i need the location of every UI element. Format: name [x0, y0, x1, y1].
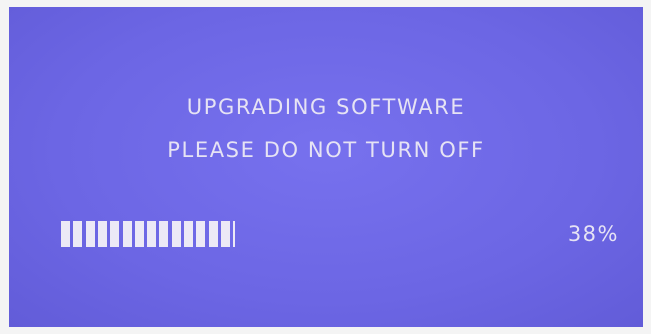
progress-segment	[171, 221, 181, 247]
progress-segment	[61, 221, 70, 247]
progress-percent: 38%	[567, 222, 619, 246]
warning-message: PLEASE DO NOT TURN OFF	[167, 138, 485, 162]
progress-segment	[110, 221, 120, 247]
progress-segment	[159, 221, 169, 247]
progress-segment	[97, 221, 107, 247]
progress-segment	[147, 221, 157, 247]
progress-segment	[220, 221, 230, 247]
progress-segment	[208, 221, 218, 247]
progress-segment	[184, 221, 193, 247]
progress-bar	[61, 221, 271, 247]
upgrade-title: UPGRADING SOFTWARE	[186, 95, 466, 119]
progress-segment	[85, 221, 95, 247]
upgrade-screen: UPGRADING SOFTWARE PLEASE DO NOT TURN OF…	[9, 7, 643, 327]
progress-segment	[73, 221, 83, 247]
progress-segment	[233, 221, 236, 247]
progress-segment	[122, 221, 132, 247]
progress-segment	[196, 221, 206, 247]
progress-segment	[134, 221, 144, 247]
